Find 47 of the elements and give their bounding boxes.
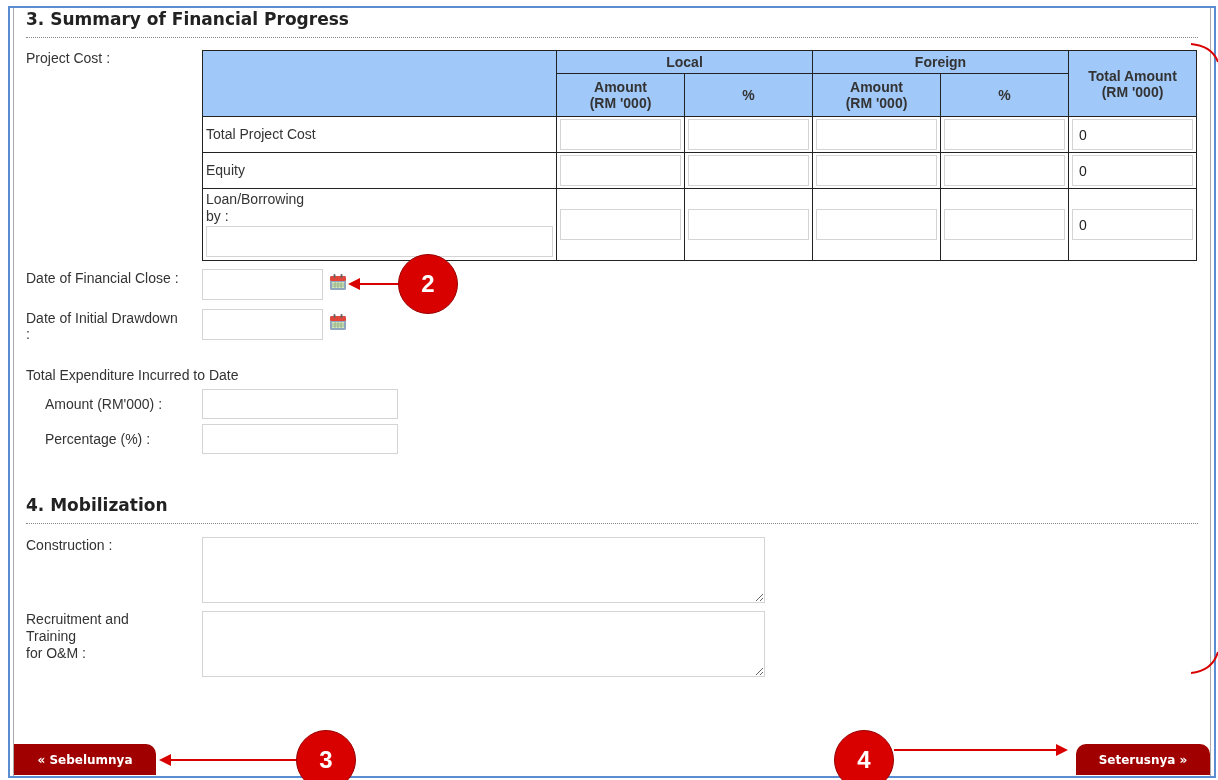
amount-field[interactable] [944,209,1065,240]
amount-field[interactable] [560,209,681,240]
group-label: Total Expenditure Incurred to Date [26,367,240,383]
date-field[interactable] [202,309,323,340]
field-label: Project Cost : [26,50,112,68]
column-header: % [940,73,1069,117]
field-label: Percentage (%) : [44,429,152,449]
text-area[interactable] [202,611,765,677]
field-label: Date of Financial Close : [26,269,180,288]
field-label: Amount (RM'000) : [44,394,164,414]
section-heading: 3. Summary of Financial Progress [26,8,350,30]
amount-field[interactable] [688,119,809,150]
calendar-icon[interactable] [329,313,347,331]
amount-field[interactable] [816,119,937,150]
amount-field[interactable] [816,155,937,186]
previous-button[interactable]: « Sebelumnya [14,744,156,775]
row-label: Equity [206,162,245,178]
amount-field[interactable] [560,119,681,150]
section-heading: 4. Mobilization [26,494,169,516]
text-field[interactable] [202,424,398,454]
calendar-icon[interactable] [329,273,347,291]
date-field[interactable] [202,269,323,300]
column-group-header: Foreign [812,50,1069,74]
field-label: Construction : [26,537,114,555]
amount-field[interactable] [944,155,1065,186]
amount-field[interactable] [688,155,809,186]
amount-field[interactable] [816,209,937,240]
column-header: % [684,73,813,117]
amount-field[interactable] [944,119,1065,150]
row-label: Total Project Cost [206,126,316,142]
column-header: Total Amount (RM '000) [1068,50,1197,117]
field-label: Date of Initial Drawdown : [26,309,179,342]
total-field[interactable]: 0 [1072,209,1193,240]
field-label: Recruitment and Training for O&M : [26,611,130,663]
total-field[interactable]: 0 [1072,119,1193,150]
text-field[interactable] [206,226,553,257]
amount-field[interactable] [688,209,809,240]
annotation-arrow [348,278,399,290]
total-field[interactable]: 0 [1072,155,1193,186]
next-button[interactable]: Seterusnya » [1076,744,1210,775]
text-field[interactable] [202,389,398,419]
row-label: Loan/Borrowing by : [206,191,306,225]
text-area[interactable] [202,537,765,603]
amount-field[interactable] [560,155,681,186]
column-header: Amount (RM '000) [556,73,685,117]
column-group-header: Local [556,50,813,74]
column-header: Amount (RM '000) [812,73,941,117]
